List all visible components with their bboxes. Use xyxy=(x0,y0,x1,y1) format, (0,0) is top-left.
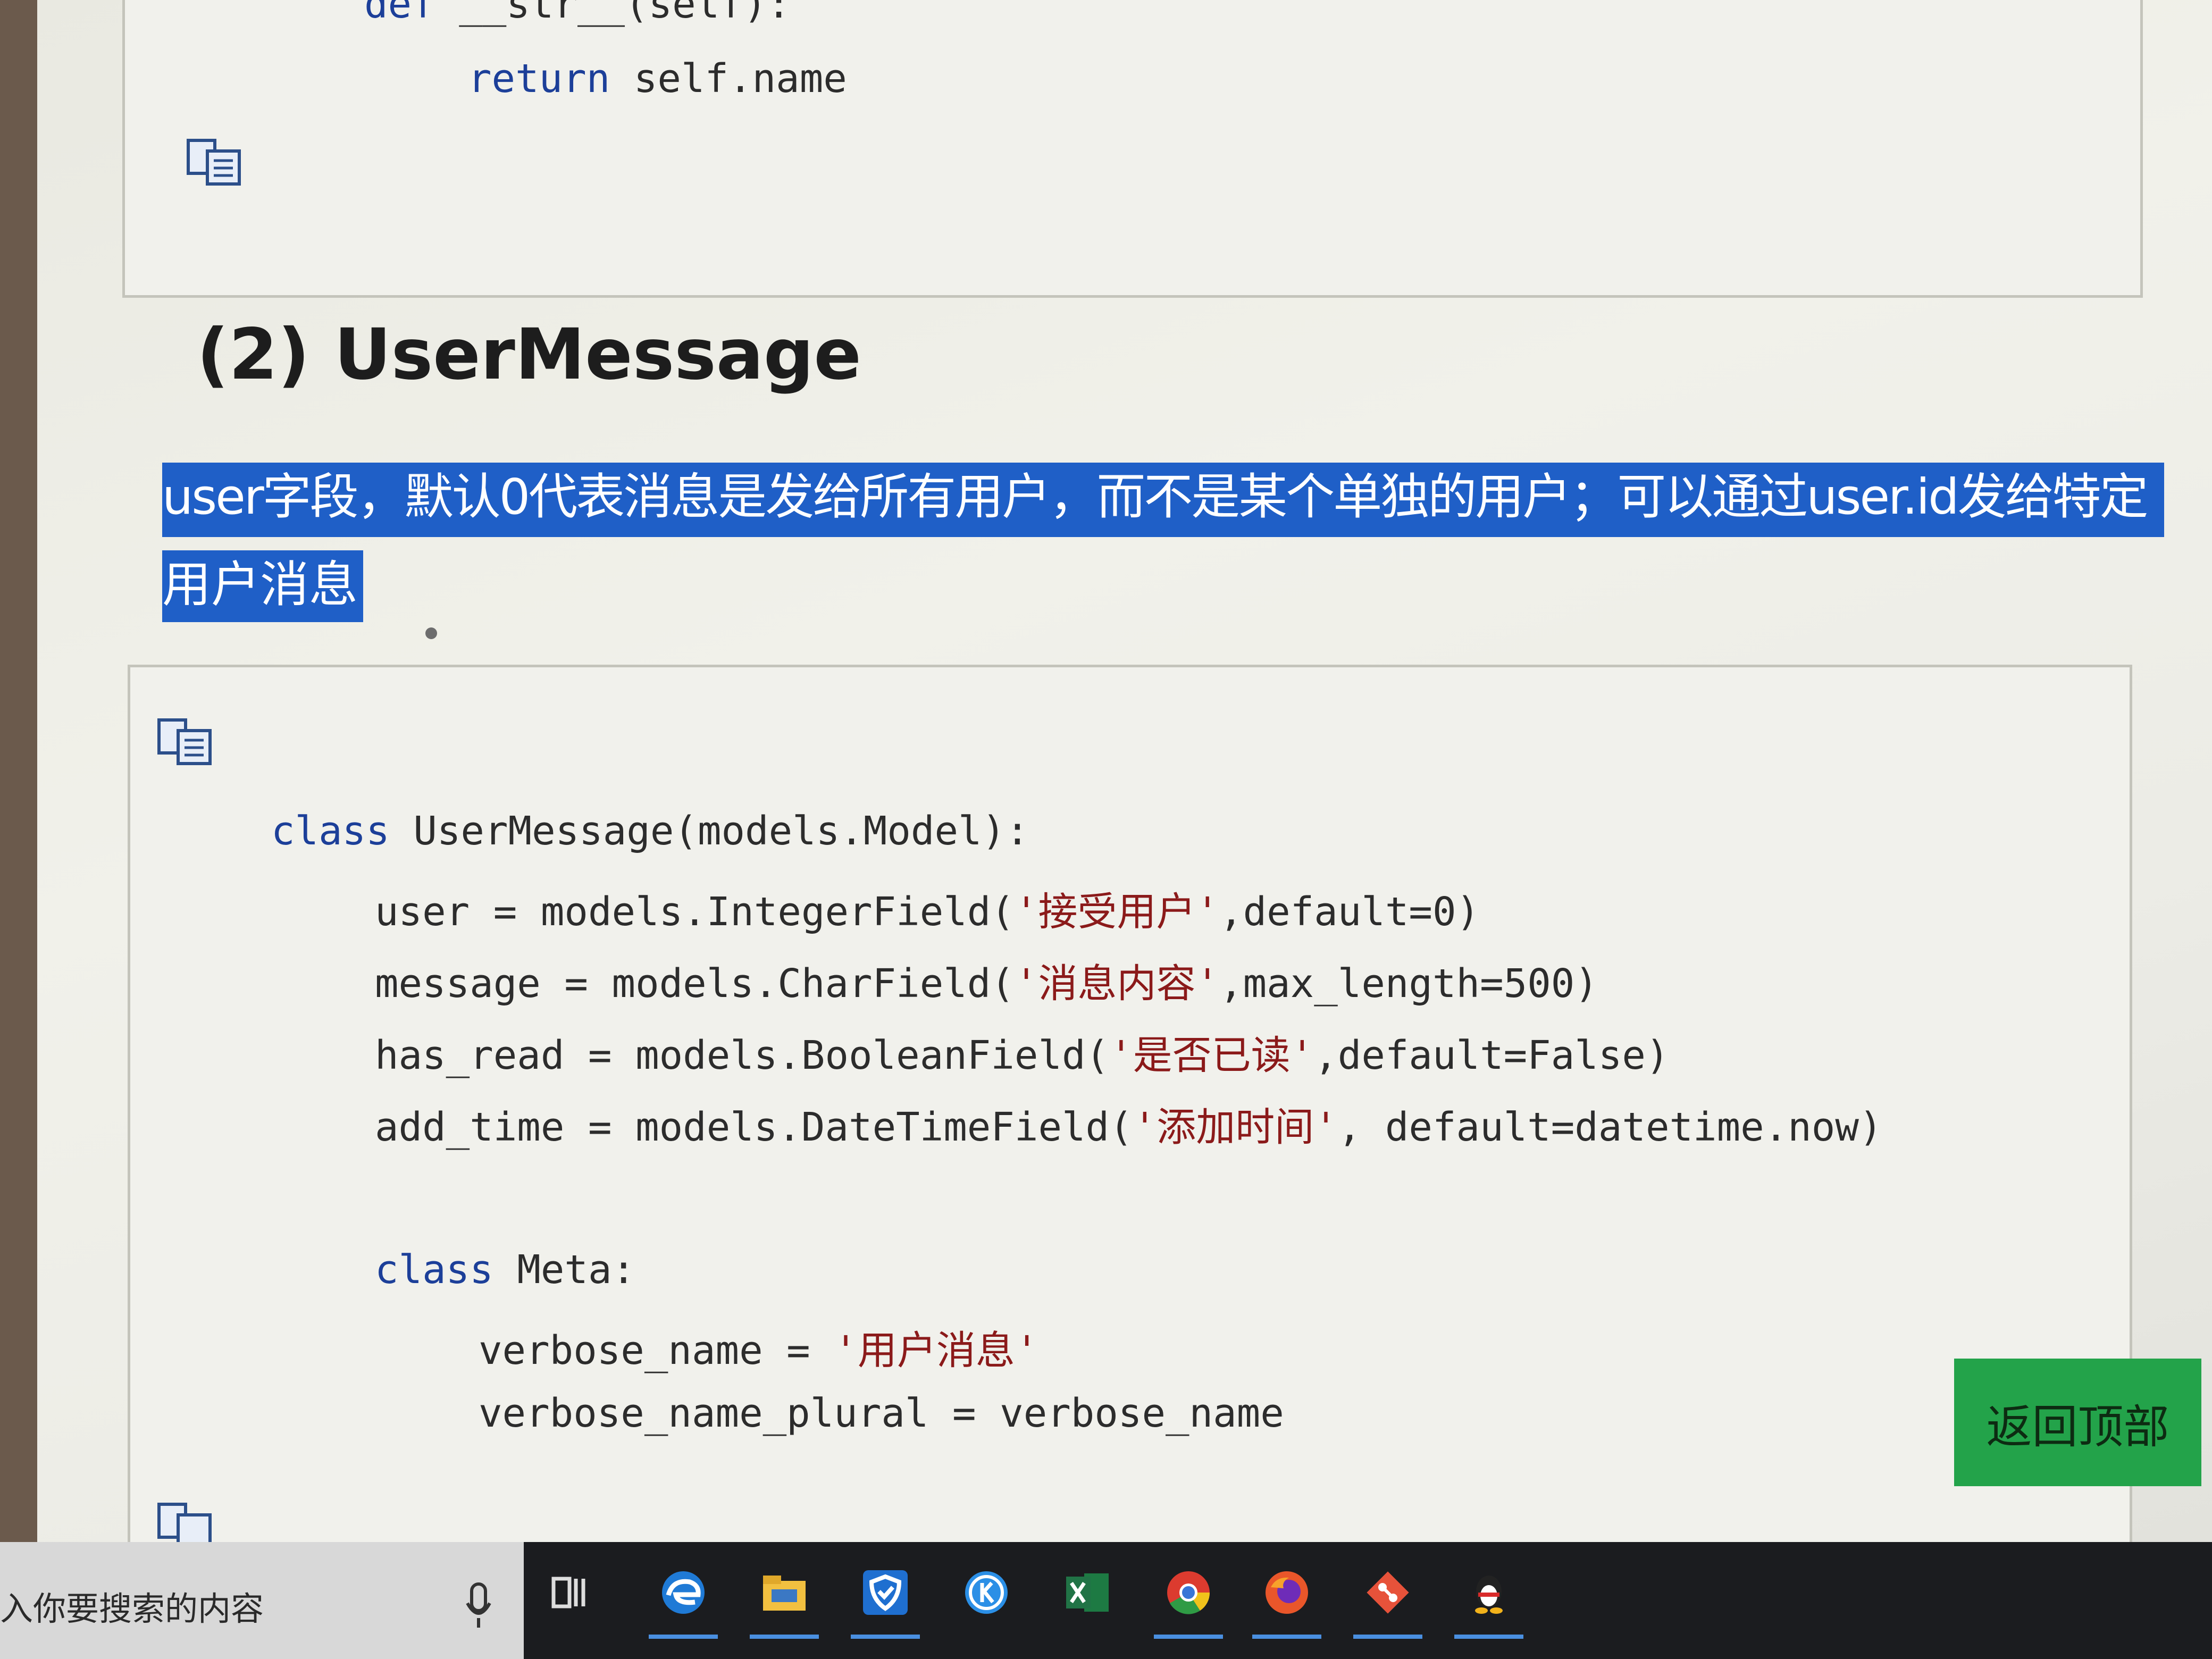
code-line-return: return self.name xyxy=(468,56,847,102)
edge-icon[interactable] xyxy=(649,1558,718,1639)
copy-code-icon[interactable] xyxy=(157,718,215,766)
code-line-message-field: message = models.CharField('消息内容',max_le… xyxy=(375,961,1598,1007)
microphone-icon[interactable] xyxy=(465,1582,492,1630)
excel-icon[interactable] xyxy=(1053,1558,1122,1627)
code-line-user-field: user = models.IntegerField('接受用户',defaul… xyxy=(375,889,1480,935)
code-line-has-read-field: has_read = models.BooleanField('是否已读',de… xyxy=(375,1033,1670,1078)
task-view-icon[interactable] xyxy=(537,1558,606,1627)
firefox-icon[interactable] xyxy=(1252,1558,1321,1639)
code-line-add-time-field: add_time = models.DateTimeField('添加时间', … xyxy=(375,1104,1883,1150)
section-title: (2) UserMessage xyxy=(197,314,861,396)
code-block-usermessage: class UserMessage(models.Model): user = … xyxy=(128,665,2132,1574)
chrome-icon[interactable] xyxy=(1154,1558,1223,1639)
taskbar-search-box[interactable] xyxy=(0,1542,524,1659)
k-app-icon[interactable] xyxy=(952,1558,1021,1627)
code-line-class-usermessage: class UserMessage(models.Model): xyxy=(271,808,1029,854)
code-line-verbose-name: verbose_name = '用户消息' xyxy=(479,1328,1039,1373)
screen-speck xyxy=(425,627,437,639)
taskbar xyxy=(0,1542,2212,1659)
browser-page: def __str__(self): return self.name (2) … xyxy=(37,0,2212,1574)
security-shield-icon[interactable] xyxy=(851,1558,920,1639)
qq-icon[interactable] xyxy=(1454,1558,1523,1639)
code-block-str-method: def __str__(self): return self.name xyxy=(122,0,2143,298)
search-input[interactable] xyxy=(0,1585,425,1632)
file-explorer-icon[interactable] xyxy=(750,1558,819,1639)
code-line-verbose-name-plural: verbose_name_plural = verbose_name xyxy=(479,1390,1284,1436)
copy-code-icon[interactable] xyxy=(186,138,245,186)
code-line-def: def __str__(self): xyxy=(364,0,791,27)
selected-text-line-1[interactable]: user字段，默认0代表消息是发给所有用户，而不是某个单独的用户；可以通过use… xyxy=(162,463,2164,537)
back-to-top-button[interactable]: 返回顶部 xyxy=(1954,1359,2201,1486)
code-line-class-meta: class Meta: xyxy=(375,1247,636,1293)
selected-text-line-2[interactable]: 用户消息 xyxy=(162,550,364,622)
git-icon[interactable] xyxy=(1353,1558,1422,1639)
